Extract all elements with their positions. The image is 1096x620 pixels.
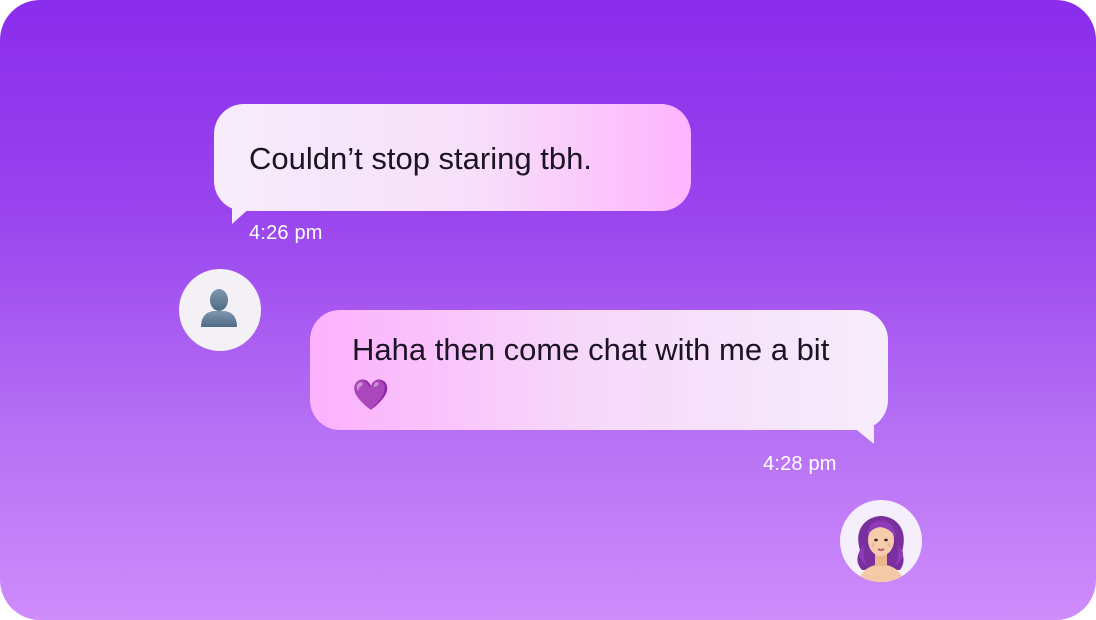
incoming-message-bubble[interactable]: Couldn’t stop staring tbh. — [214, 104, 691, 211]
default-person-icon — [201, 289, 237, 327]
outgoing-message-timestamp: 4:28 pm — [763, 453, 837, 475]
user-avatar[interactable] — [840, 500, 922, 582]
outgoing-message-text: Haha then come chat with me a bit — [352, 332, 830, 367]
chat-card: Couldn’t stop staring tbh. 4:26 pm Haha … — [0, 0, 1096, 620]
purple-heart-emoji: 💜 — [352, 378, 390, 413]
sender-avatar[interactable] — [179, 269, 261, 351]
incoming-message-text: Couldn’t stop staring tbh. — [249, 141, 592, 176]
incoming-message-timestamp: 4:26 pm — [249, 222, 323, 244]
outgoing-bubble-tail — [852, 426, 874, 444]
woman-avatar-icon — [857, 516, 904, 582]
outgoing-message-bubble[interactable]: Haha then come chat with me a bit 💜 — [310, 310, 888, 430]
